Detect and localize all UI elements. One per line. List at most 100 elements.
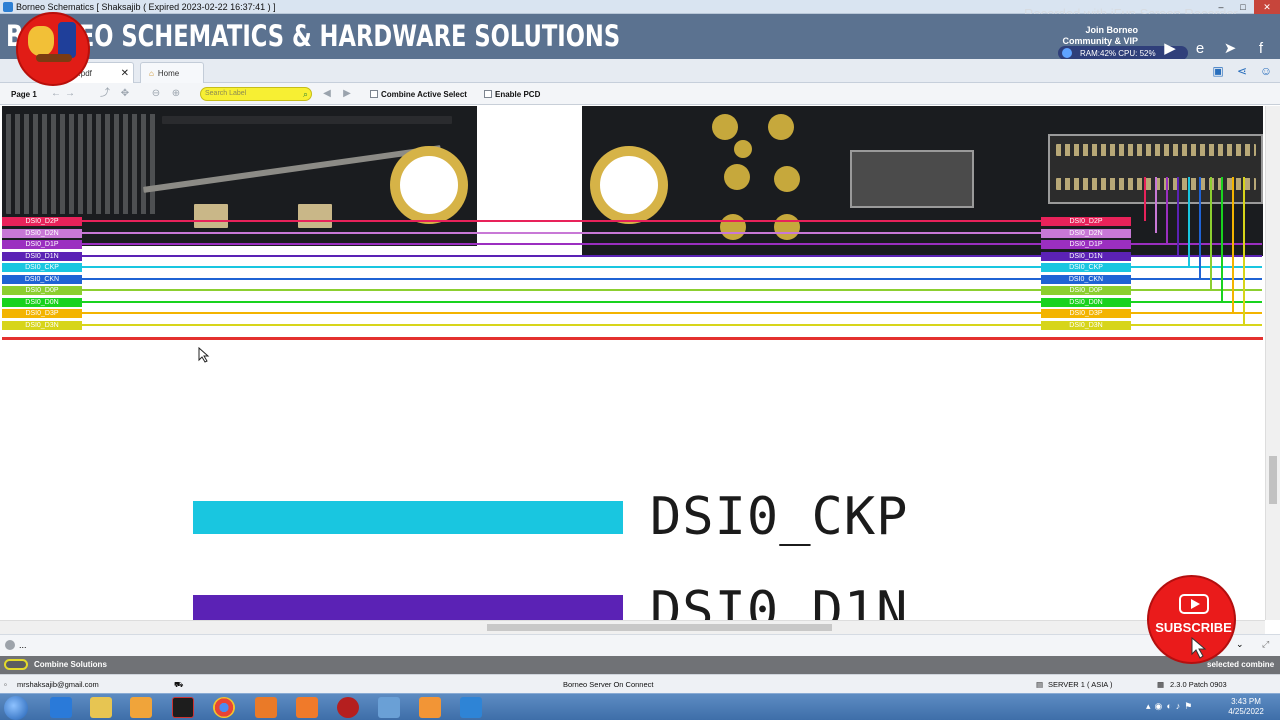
net-trace	[1166, 177, 1168, 244]
expand-icon[interactable]: ⤢	[1262, 639, 1269, 650]
net-label-right[interactable]: DSI0_D0P	[1041, 286, 1131, 295]
subscribe-button[interactable]: SUBSCRIBE	[1147, 575, 1236, 664]
net-label-right[interactable]: DSI0_D1N	[1041, 251, 1131, 261]
net-line[interactable]	[82, 220, 1042, 222]
net-label-right[interactable]: DSI0_D2N	[1041, 228, 1131, 238]
tab-home-label: Home	[157, 68, 180, 78]
user-icon: ▫	[4, 680, 7, 689]
pointer-icon	[1191, 637, 1207, 659]
zoom-in-icon[interactable]: ⊕	[169, 87, 183, 101]
close-window-button[interactable]: ✕	[1254, 0, 1280, 14]
vertical-scroll-thumb[interactable]	[1269, 456, 1277, 504]
chrome-icon[interactable]	[213, 697, 235, 718]
telegram-icon[interactable]: ➤	[1220, 40, 1240, 58]
net-label-left[interactable]: DSI0_D0N	[2, 297, 82, 307]
status-indicator-text: ...	[19, 640, 27, 650]
horizontal-scroll-thumb[interactable]	[487, 624, 832, 631]
status-dot-icon	[1062, 48, 1072, 58]
net-label-left[interactable]: DSI0_CKP	[2, 263, 82, 272]
app-flower-icon[interactable]	[419, 697, 441, 718]
system-tray[interactable]: ▴◉◐♪⚑	[1146, 701, 1196, 712]
media-player-icon[interactable]	[130, 697, 152, 718]
status-row: ... ⌄ ⤢	[0, 634, 1280, 656]
legend-color-bar	[193, 595, 623, 621]
share-icon[interactable]: ⋖	[1234, 63, 1250, 79]
server-icon: ▤	[1036, 680, 1044, 689]
ie-icon[interactable]	[50, 697, 72, 718]
prev-page-icon[interactable]: ←	[49, 87, 63, 101]
windows-taskbar: ▴◉◐♪⚑ 3:43 PM 4/25/2022	[0, 693, 1280, 720]
tab-home[interactable]: ⌂ Home	[140, 62, 204, 83]
net-label-right[interactable]: DSI0_D3P	[1041, 309, 1131, 318]
version-label: 2.3.0 Patch 0903	[1170, 680, 1227, 689]
combine-active-select-checkbox[interactable]: Combine Active Select	[370, 87, 467, 101]
taskbar-clock[interactable]: 3:43 PM 4/25/2022	[1224, 697, 1268, 717]
app-orange-icon[interactable]	[255, 697, 277, 718]
enable-pcd-label: Enable PCD	[495, 89, 541, 99]
net-label-left[interactable]: DSI0_D0P	[2, 286, 82, 295]
net-label-right[interactable]: DSI0_CKN	[1041, 274, 1131, 284]
recorder-app-icon[interactable]	[172, 697, 194, 718]
user-icon[interactable]: ☺	[1258, 63, 1274, 79]
net-label-left[interactable]: DSI0_D1P	[2, 240, 82, 249]
selected-combine-label: selected combine	[1207, 660, 1275, 669]
net-label-left[interactable]: DSI0_D2N	[2, 228, 82, 238]
chevron-down-icon[interactable]: ⌄	[1236, 639, 1244, 650]
net-label-left[interactable]: DSI0_D3P	[2, 309, 82, 318]
net-label-left[interactable]: DSI0_D2P	[2, 217, 82, 226]
subscribe-label: SUBSCRIBE	[1155, 620, 1232, 635]
combine-solutions-toggle[interactable]	[4, 659, 28, 670]
join-community-link[interactable]: Join Borneo Community & VIP	[1062, 25, 1138, 47]
vertical-scrollbar[interactable]	[1265, 106, 1280, 620]
net-trace	[1232, 177, 1234, 313]
net-label-left[interactable]: DSI0_D3N	[2, 320, 82, 330]
net-highlight-overlay: DSI0_D2P DSI0_D2P DSI0_D2N DSI0_D2N DSI0_D1P…	[2, 177, 1263, 343]
net-trace	[1210, 177, 1212, 290]
net-label-right[interactable]: DSI0_D3N	[1041, 320, 1131, 330]
horizontal-scrollbar[interactable]	[0, 620, 1265, 634]
screw-hole	[590, 146, 668, 224]
net-trace	[1199, 177, 1201, 279]
net-trace	[1144, 177, 1146, 221]
youtube-icon	[1179, 594, 1209, 614]
search-next-icon[interactable]: ▶	[340, 87, 354, 101]
pcd-icon[interactable]: ▣	[1210, 63, 1226, 79]
app-window-icon[interactable]	[378, 697, 400, 718]
page-label: Page 1	[11, 89, 37, 99]
net-line[interactable]	[82, 231, 1042, 234]
net-trace	[1155, 177, 1157, 233]
edge-icon[interactable]: e	[1190, 40, 1210, 58]
search-prev-icon[interactable]: ◀	[320, 87, 334, 101]
net-label-right[interactable]: DSI0_D1P	[1041, 240, 1131, 249]
mouse-cursor-icon	[198, 347, 210, 363]
checkbox-box[interactable]	[484, 90, 492, 98]
folder-icon[interactable]	[90, 697, 112, 718]
net-label-left[interactable]: DSI0_CKN	[2, 274, 82, 284]
enable-pcd-checkbox[interactable]: Enable PCD	[484, 87, 540, 101]
join-line-1: Join Borneo	[1085, 25, 1138, 35]
app-orange2-icon[interactable]	[296, 697, 318, 718]
close-tab-icon[interactable]: ✕	[121, 68, 129, 79]
borneo-app-icon[interactable]	[460, 697, 482, 718]
net-label-right[interactable]: DSI0_D0N	[1041, 297, 1131, 307]
app-red-icon[interactable]	[337, 697, 359, 718]
checkbox-box[interactable]	[370, 90, 378, 98]
info-bar: ▫ mrshaksajib@gmail.com ⛟ Borneo Server …	[0, 674, 1280, 693]
borneo-logo	[16, 12, 90, 86]
net-label-right[interactable]: DSI0_CKP	[1041, 263, 1131, 272]
facebook-icon[interactable]: f	[1251, 40, 1271, 58]
zoom-out-icon[interactable]: ⊖	[149, 87, 163, 101]
search-icon[interactable]: ⌕	[303, 88, 308, 100]
export-icon[interactable]: ⤴	[98, 87, 112, 101]
search-label-input[interactable]: Search Label ⌕	[200, 87, 312, 101]
net-label-left[interactable]: DSI0_D1N	[2, 251, 82, 261]
next-page-icon[interactable]: →	[63, 87, 77, 101]
youtube-icon[interactable]: ▶	[1160, 40, 1180, 58]
home-icon: ⌂	[149, 68, 154, 78]
start-button[interactable]	[4, 696, 28, 720]
net-label-right[interactable]: DSI0_D2P	[1041, 217, 1131, 226]
combine-active-select-label: Combine Active Select	[381, 89, 467, 99]
pan-icon[interactable]: ✥	[118, 87, 132, 101]
ram-cpu-text: RAM:42% CPU: 52%	[1080, 48, 1156, 58]
status-indicator-icon	[5, 640, 15, 650]
